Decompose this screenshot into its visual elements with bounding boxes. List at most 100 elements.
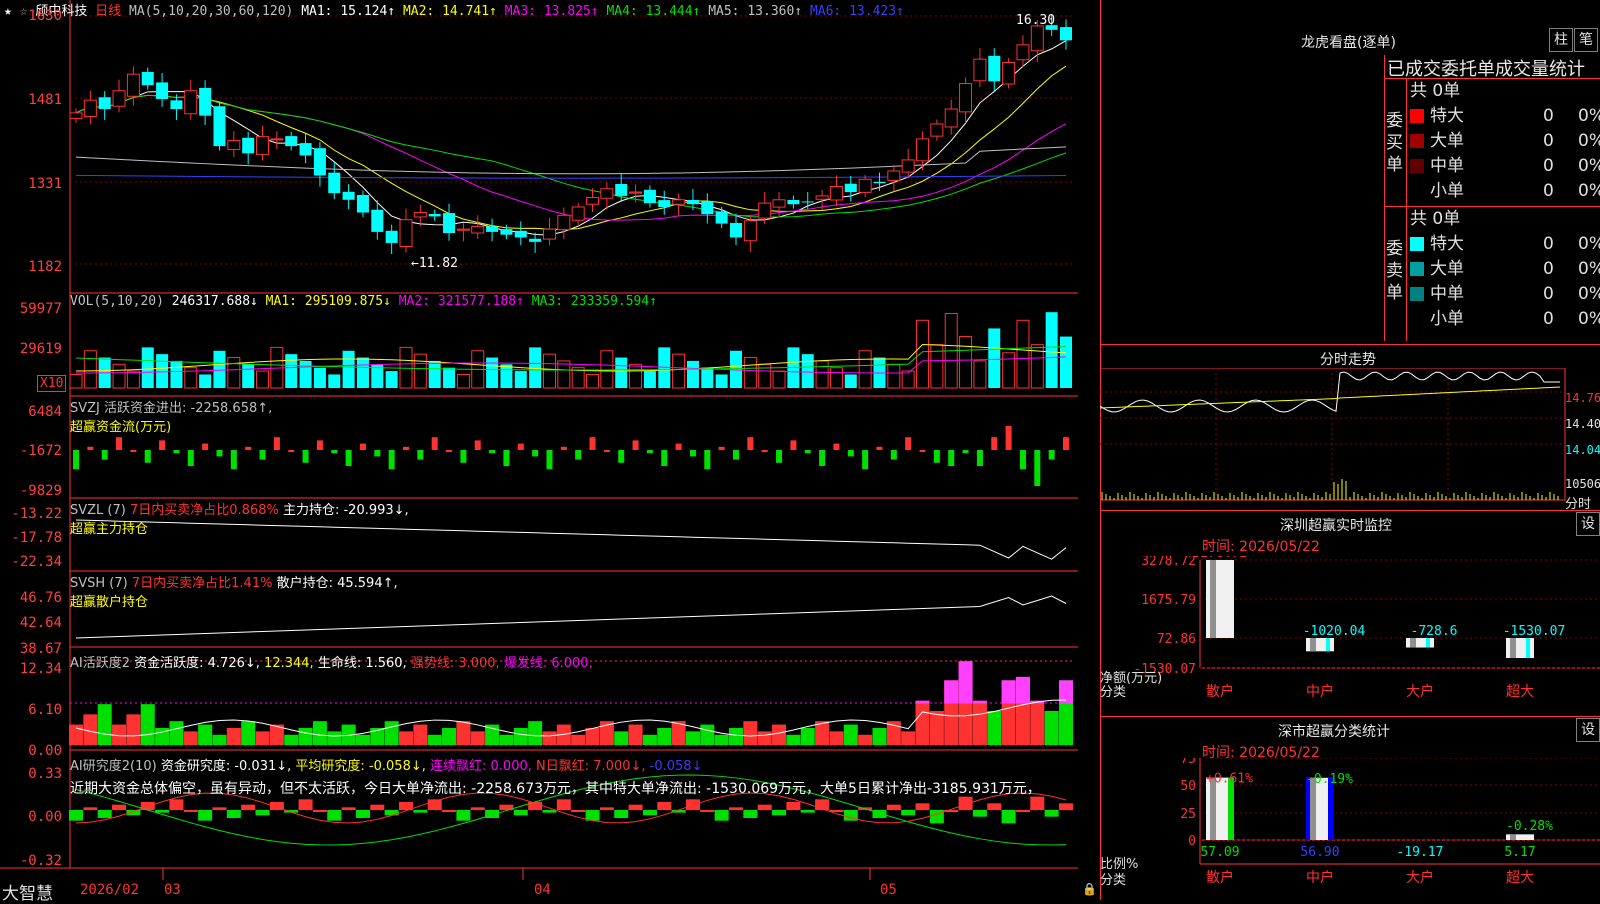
research-bar: [628, 804, 643, 810]
flow-bar: [73, 450, 79, 470]
research-bar: [312, 810, 327, 812]
classify-bar-accent: [1228, 777, 1234, 840]
activity-bar: [442, 727, 457, 745]
classify-bar-shade: [1510, 834, 1516, 840]
pen-view-button[interactable]: 笔: [1574, 28, 1598, 52]
flow-bar: [761, 450, 768, 452]
vol-bar-down: [285, 354, 298, 388]
candle-body-down: [730, 223, 742, 238]
ai-act-yaxis-3: 0.00: [28, 743, 62, 759]
ma120-line: [75, 174, 1067, 179]
activity-bar: [743, 721, 758, 745]
vol-bar-down: [500, 364, 513, 388]
vol-bar-down: [715, 374, 728, 388]
ai-res-name: AI研究度2(10): [70, 759, 157, 774]
activity-bar: [499, 734, 514, 745]
classify-category-label: 中户: [1306, 869, 1334, 886]
research-bar: [212, 807, 227, 810]
classify-bar-shade: [1210, 777, 1216, 840]
intraday-chart[interactable]: [1100, 368, 1600, 510]
research-bar: [513, 810, 528, 816]
vol-bar-down: [988, 328, 1001, 388]
candle-body-up: [600, 188, 614, 199]
monitor-title: 深圳超赢实时监控: [1280, 518, 1392, 534]
research-bar: [442, 810, 457, 812]
candle-body-up: [944, 108, 958, 128]
activity-burst-bar: [958, 661, 973, 704]
flow-bar: [202, 443, 209, 450]
row-count: 0: [1543, 181, 1554, 201]
research-bar: [987, 803, 1002, 810]
candle-body-down: [371, 209, 384, 232]
flow-bar: [776, 450, 783, 463]
classify-pct-label: -0.28%: [1506, 819, 1553, 834]
vol-unit-badge[interactable]: X10: [37, 375, 67, 392]
vol-yaxis-1: 59977: [19, 301, 62, 317]
vol-ma2: MA2: 321577.188↑: [398, 294, 524, 309]
candle-body-down: [686, 200, 699, 205]
vol-bar-down: [529, 347, 542, 388]
classify-settings-button[interactable]: 设: [1576, 718, 1600, 742]
activity-bar: [470, 731, 485, 745]
monitor-bar-shade: [1310, 638, 1316, 652]
research-bar: [757, 804, 772, 810]
research-bar: [772, 810, 787, 816]
activity-bar: [772, 724, 787, 745]
brand-label[interactable]: 大智慧: [2, 879, 53, 904]
column-view-button[interactable]: 柱: [1549, 28, 1573, 52]
flow-bar: [1005, 426, 1012, 450]
candle-body-up: [772, 199, 786, 208]
flow-bar: [675, 443, 682, 450]
m-color-icon: [1410, 287, 1424, 301]
svsh-header: SVSH (7) 7日内买卖净占比1.41% 散户持仓: 45.594↑, 超赢…: [70, 572, 398, 610]
research-bar: [69, 810, 83, 821]
row-count: 0: [1543, 284, 1554, 304]
research-bar: [384, 810, 399, 816]
svsh-yaxis-1: 46.76: [19, 590, 62, 606]
activity-bar: [829, 731, 844, 745]
candle-body-down: [299, 143, 312, 156]
flow-bar: [302, 450, 309, 463]
m-color-icon: [1410, 159, 1424, 173]
candle-body-down: [356, 195, 369, 213]
flow-bar: [187, 450, 194, 466]
ai-res-summary: 近期大资金总体偏空，虽有异动，但不太活跃，今日大单净流出: -2258.673万…: [70, 781, 1041, 797]
candle-body-up: [916, 138, 930, 162]
activity-bar: [140, 704, 155, 745]
flow-bar: [718, 446, 725, 450]
activity-bar: [872, 727, 887, 745]
flow-bar: [417, 450, 424, 460]
flow-bar: [532, 450, 539, 457]
research-bar: [83, 807, 98, 810]
flow-bar: [345, 450, 352, 466]
candle-body-down: [98, 97, 111, 109]
flow-bar: [603, 450, 610, 452]
xl-color-icon: [1410, 109, 1424, 123]
classify-yaxis-label: 25: [1180, 807, 1196, 822]
fenshi-yaxis-1: 14.76: [1565, 391, 1600, 405]
period-label[interactable]: 日线: [95, 4, 121, 19]
lock-icon[interactable]: 🔒: [1082, 882, 1097, 896]
ma1-value: MA1: 15.124↑: [301, 4, 396, 19]
month-04: 04: [534, 882, 551, 898]
activity-bar: [97, 704, 112, 745]
ai-res-header: AI研究度2(10) 资金研究度: -0.031↓, 平均研究度: -0.058…: [70, 755, 702, 774]
vol-bar-down: [299, 360, 312, 388]
monitor-yaxis-label: 1675.79: [1141, 593, 1196, 608]
activity-bar: [169, 721, 184, 745]
sell-rows: 特大 0 0% 大单 0 0% 中单 0 0% 小单 0 0%: [1410, 232, 1600, 332]
classify-pct-label: +0.61%: [1206, 772, 1253, 787]
monitor-settings-button[interactable]: 设: [1576, 512, 1600, 536]
candle-body-up: [586, 197, 600, 205]
flow-bar: [331, 450, 338, 454]
candle-body-up: [571, 206, 585, 221]
candle-body-up: [413, 212, 427, 218]
research-bar: [556, 799, 571, 810]
svzl-name: SVZL (7): [70, 503, 126, 518]
sell-order-label: 委卖单: [1386, 239, 1403, 303]
ai-res-last: -0.058↓: [649, 759, 703, 774]
vol-bar-down: [328, 374, 341, 388]
candle-body-down: [715, 211, 728, 224]
row-pct: 0%: [1578, 259, 1600, 279]
vol-bar-down: [443, 367, 456, 388]
